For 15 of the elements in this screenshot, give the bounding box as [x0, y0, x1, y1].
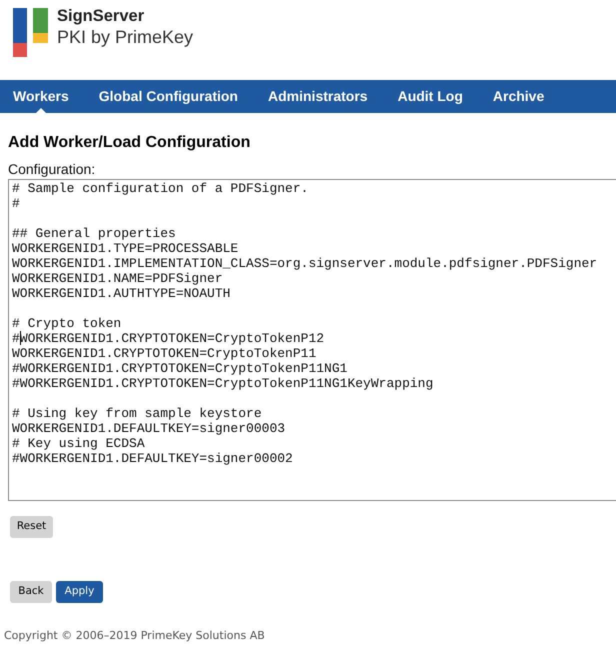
apply-button[interactable]: Apply	[56, 581, 103, 603]
nav-tab[interactable]: Administrators	[268, 80, 368, 113]
logo-subtitle: PKI by PrimeKey	[57, 26, 194, 48]
nav-tab[interactable]: Audit Log	[398, 80, 463, 113]
secondary-button[interactable]: Back	[10, 581, 52, 603]
nav-tab[interactable]: Global Configuration	[98, 80, 238, 113]
logo-title: SignServer	[57, 7, 146, 26]
nav-tab[interactable]: Archive	[492, 80, 544, 113]
page-title: Add Worker/Load Configuration	[8, 133, 252, 152]
copyright-text: Copyright © 2006–2019 PrimeKey Solutions AB	[4, 629, 266, 642]
configuration-label: Configuration:	[8, 161, 96, 177]
logo-icon	[13, 8, 48, 57]
secondary-button[interactable]: Reset	[10, 516, 53, 538]
nav-tab[interactable]: Workers	[13, 80, 69, 113]
selected-indicator-icon	[36, 108, 46, 113]
